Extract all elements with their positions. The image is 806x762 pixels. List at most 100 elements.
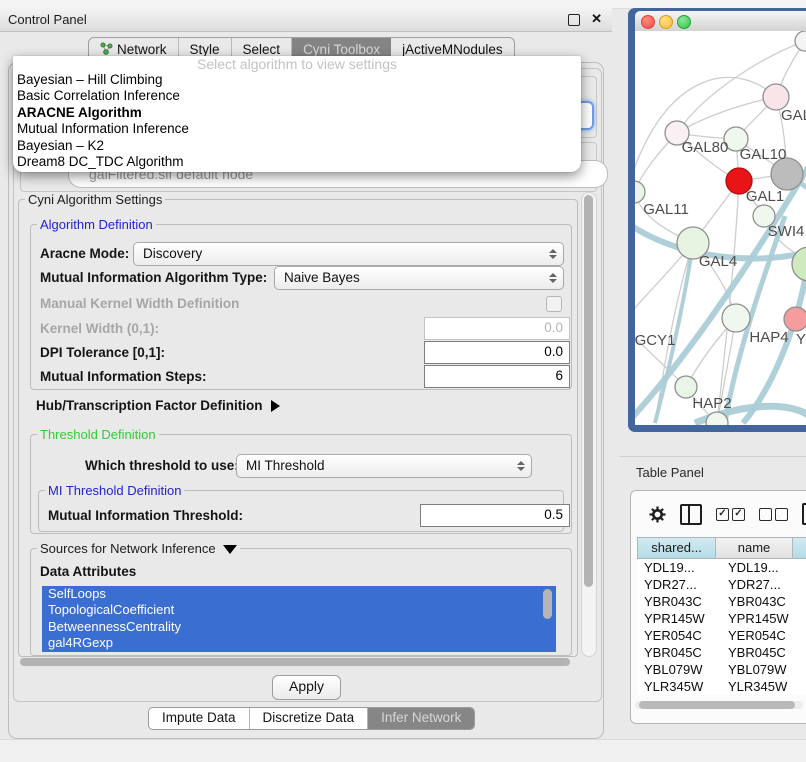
minimize-window-icon[interactable] [659, 15, 673, 29]
table-cell: YBL079W [637, 661, 721, 678]
table-cell: YDR27... [721, 576, 804, 593]
algorithm-option[interactable]: Dream8 DC_TDC Algorithm [13, 154, 581, 170]
aracne-mode-value: Discovery [143, 243, 202, 264]
network-node-label: GAL10 [740, 146, 787, 163]
chevron-right-icon [271, 400, 280, 412]
tab-label: Cyni Toolbox [303, 42, 380, 57]
algorithm-option[interactable]: Bayesian – K2 [13, 138, 581, 154]
data-attributes-list[interactable]: SelfLoopsTopologicalCoefficientBetweenne… [42, 586, 556, 652]
table-cell: YDL19... [637, 559, 721, 576]
network-node-gal11[interactable] [635, 181, 645, 203]
table-row[interactable]: YBR045CYBR045C9. [637, 644, 806, 661]
network-node-label: GAL11 [643, 201, 689, 218]
table-row[interactable]: YER054CYER054C8. [637, 627, 806, 644]
algorithm-option[interactable]: Basic Correlation Inference [13, 88, 581, 104]
table-cell: YLR345W [637, 678, 721, 695]
table-row[interactable]: YBL079WYBL079W [637, 661, 806, 678]
table-row[interactable]: YBR043CYBR043C [637, 593, 806, 610]
network-node-label: HAP2 [692, 395, 731, 412]
algorithm-option[interactable]: ARACNE Algorithm [13, 105, 581, 121]
select-all-checks-icon[interactable]: ✓✓ [716, 508, 745, 521]
list-scrollbar[interactable] [543, 589, 552, 619]
table-cell: YPR145W [721, 610, 804, 627]
table-cell: YDR27... [637, 576, 721, 593]
table-cell: YBL079W [721, 661, 804, 678]
network-node-y[interactable] [784, 307, 806, 331]
kernel-width-label: Kernel Width (0,1): [40, 321, 159, 336]
dropdown-placeholder: Select algorithm to view settings [13, 56, 581, 72]
network-node-label: GAL1 [746, 188, 784, 205]
deselect-all-checks-icon[interactable] [759, 508, 788, 521]
network-edge[interactable] [635, 77, 776, 181]
algorithm-dropdown: Select algorithm to view settings Bayesi… [13, 56, 581, 172]
table-cell: YER054C [721, 627, 804, 644]
network-canvas[interactable]: GALGAL80GAL10GAL1GAL11SWI4GAL4HAP4YGCY1H… [635, 31, 806, 425]
network-node-label: Y [796, 331, 806, 348]
dpi-tolerance-label: DPI Tolerance [0,1]: [40, 345, 165, 360]
network-graph[interactable]: GALGAL80GAL10GAL1GAL11SWI4GAL4HAP4YGCY1H… [635, 31, 806, 425]
combo-arrows-icon [549, 273, 557, 283]
mi-steps-label: Mutual Information Steps: [40, 369, 207, 384]
tab-label: jActiveMNodules [402, 42, 503, 57]
aracne-mode-select[interactable]: Discovery [133, 242, 564, 266]
data-attribute-item[interactable]: SelfLoops [42, 586, 556, 602]
dpi-tolerance-input[interactable]: 0.0 [424, 341, 570, 364]
table-cell: YBR043C [637, 593, 721, 610]
network-tab-icon [100, 42, 113, 56]
column-header[interactable]: name [715, 537, 792, 559]
zoom-window-icon[interactable] [677, 15, 691, 29]
combo-arrows-icon [549, 249, 557, 259]
bottom-tab-impute-data[interactable]: Impute Data [149, 708, 250, 729]
data-attribute-item[interactable]: TopologicalCoefficient [42, 602, 556, 618]
algorithm-option[interactable]: Bayesian – Hill Climbing [13, 72, 581, 88]
network-node[interactable] [795, 31, 806, 51]
network-node-hap4[interactable] [722, 304, 750, 332]
mi-threshold-input[interactable]: 0.5 [420, 504, 570, 527]
close-window-icon[interactable] [641, 15, 655, 29]
network-window-titlebar[interactable] [635, 11, 806, 32]
kernel-width-input[interactable]: 0.0 [424, 317, 570, 340]
network-window[interactable]: GALGAL80GAL10GAL1GAL11SWI4GAL4HAP4YGCY1H… [628, 8, 806, 432]
table-horizontal-scrollbar[interactable] [635, 701, 803, 709]
table-header-row: shared...nameA [637, 537, 806, 559]
table-row[interactable]: YDL19...YDL19...13 [637, 559, 806, 576]
table-row[interactable]: YLR345WYLR345W9. [637, 678, 806, 695]
table-row[interactable]: YPR145WYPR145W9. [637, 610, 806, 627]
mi-type-select[interactable]: Naive Bayes [274, 266, 564, 290]
which-threshold-label: Which threshold to use: [85, 458, 239, 473]
sources-title[interactable]: Sources for Network Inference [37, 541, 240, 556]
table-row[interactable]: YDR27...YDR27...12 [637, 576, 806, 593]
network-node-label: SWI4 [768, 223, 805, 240]
column-header[interactable]: A [792, 537, 806, 559]
mi-threshold-title: MI Threshold Definition [45, 483, 184, 498]
network-node-label: GAL4 [699, 253, 737, 270]
table-cell: YBR045C [637, 644, 721, 661]
column-header[interactable]: shared... [637, 537, 715, 559]
float-panel-icon[interactable] [568, 14, 580, 26]
data-attribute-item[interactable]: gal4RGexp [42, 635, 556, 651]
bottom-tab-discretize-data[interactable]: Discretize Data [250, 708, 369, 729]
manual-kernel-checkbox[interactable] [546, 296, 562, 312]
which-threshold-select[interactable]: MI Threshold [236, 454, 532, 478]
algorithm-option[interactable]: Mutual Information Inference [13, 121, 581, 137]
tab-label: Style [190, 42, 220, 57]
hub-section-toggle[interactable]: Hub/Transcription Factor Definition [36, 398, 280, 413]
node-table[interactable]: shared...nameAYDL19...YDL19...13YDR27...… [637, 537, 806, 695]
table-panel: ✓✓ shared...nameAYDL19...YDL19...13YDR27… [630, 490, 806, 724]
document-icon[interactable] [802, 503, 806, 525]
settings-vertical-scrollbar[interactable] [581, 192, 597, 657]
network-node-label: HAP4 [749, 329, 788, 346]
bottom-tab-infer-network[interactable]: Infer Network [368, 708, 474, 729]
mi-steps-input[interactable]: 6 [424, 365, 570, 388]
table-toolbar: ✓✓ [631, 491, 806, 537]
data-attribute-item[interactable]: BetweennessCentrality [42, 619, 556, 635]
close-panel-icon[interactable]: ✕ [591, 11, 602, 27]
table-cell: YBR045C [721, 644, 804, 661]
tab-label: Network [117, 42, 167, 57]
apply-button[interactable]: Apply [272, 675, 341, 700]
table-cell: YPR145W [637, 610, 721, 627]
gear-icon[interactable] [649, 506, 666, 523]
columns-icon[interactable] [680, 504, 702, 525]
algorithm-definition-title: Algorithm Definition [37, 217, 156, 232]
settings-horizontal-scrollbar[interactable] [18, 657, 576, 667]
